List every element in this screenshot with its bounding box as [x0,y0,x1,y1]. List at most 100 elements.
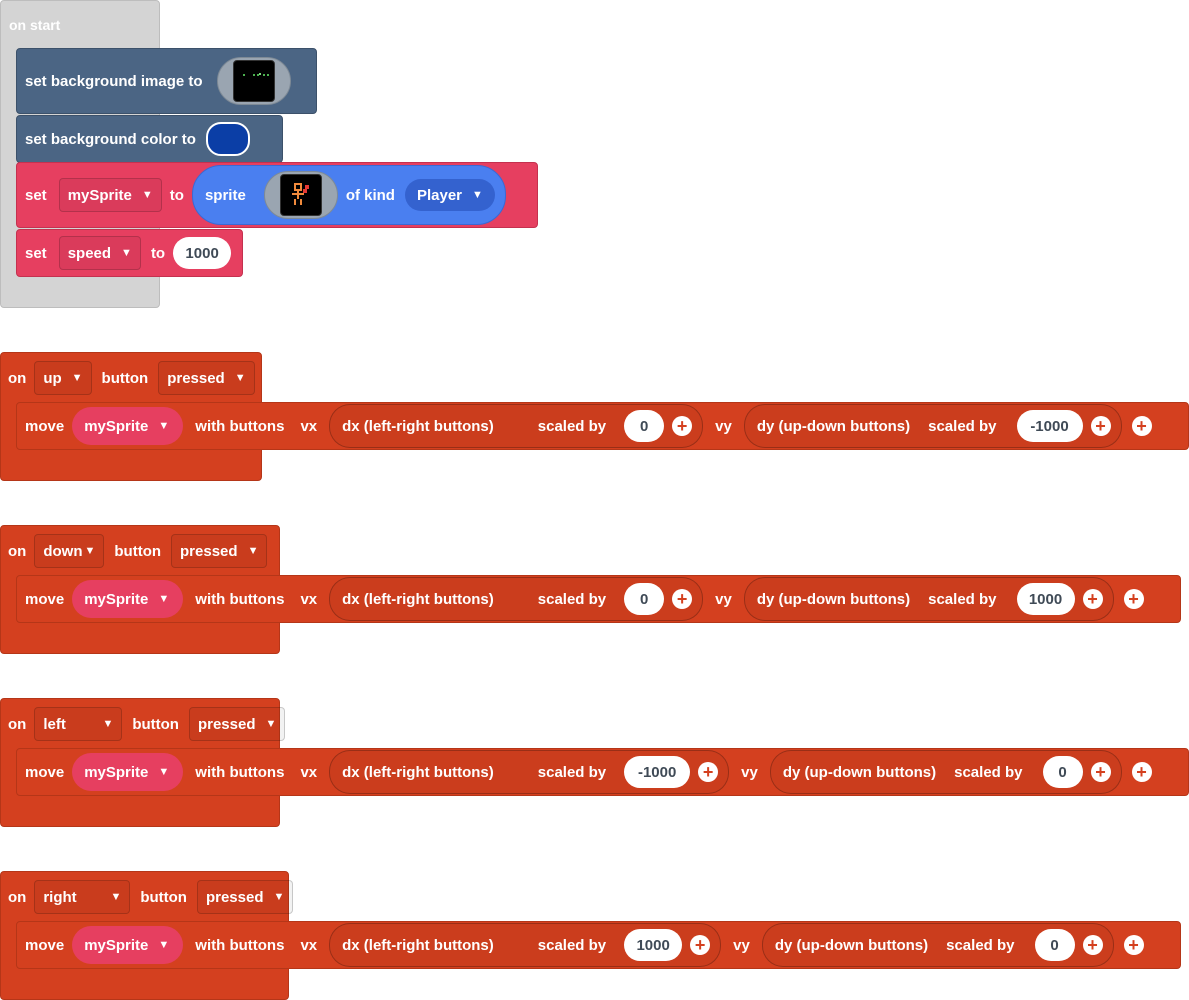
with-buttons-keyword: with buttons [195,417,285,435]
event-value: pressed [197,715,256,733]
vx-scale-input[interactable]: 0 [624,583,665,615]
dy-label: dy (up-down buttons) [756,590,911,608]
caret-down-icon: ▼ [234,372,246,384]
to-keyword: to [169,186,184,204]
set-background-color-block[interactable]: set background color to [16,115,283,163]
button-dropdown[interactable]: left ▼ [34,707,123,741]
dx-reporter[interactable]: dx (left-right buttons) scaled by 1000 + [329,923,722,967]
dy-reporter[interactable]: dy (up-down buttons) scaled by 1000 + [743,577,1114,621]
sprite-variable-dropdown[interactable]: mySprite ▼ [72,407,184,445]
player-sprite-icon [279,174,322,216]
dy-reporter[interactable]: dy (up-down buttons) scaled by 0 + [769,750,1122,794]
button-value: left [43,715,66,733]
event-header: on down ▼ button pressed ▼ [0,534,271,568]
dy-reporter[interactable]: dy (up-down buttons) scaled by -1000 + [743,404,1122,448]
on-keyword: on [8,369,27,387]
dx-label: dx (left-right buttons) [342,417,494,435]
move-sprite-block[interactable]: move mySprite ▼ with buttons vx dx (left… [16,402,1189,450]
vy-scale-input[interactable]: 0 [1034,929,1075,961]
button-dropdown[interactable]: down ▼ [34,534,105,568]
dx-reporter[interactable]: dx (left-right buttons) scaled by 0 + [329,404,704,448]
scaled-by-keyword: scaled by [537,417,607,435]
background-color-swatch[interactable] [205,122,250,156]
caret-down-icon: ▼ [102,718,114,730]
move-sprite-block[interactable]: move mySprite ▼ with buttons vx dx (left… [16,921,1181,969]
with-buttons-keyword: with buttons [195,590,285,608]
event-dropdown[interactable]: pressed ▼ [188,707,286,741]
caret-down-icon: ▼ [158,593,170,605]
dx-label: dx (left-right buttons) [342,936,494,954]
move-keyword: move [25,763,65,781]
add-parameter-icon[interactable]: + [1131,762,1152,782]
add-parameter-icon[interactable]: + [1123,935,1144,955]
set-keyword: set [25,186,47,204]
speed-value-input[interactable]: 1000 [173,237,232,269]
move-keyword: move [25,417,65,435]
vx-scale-input[interactable]: 1000 [624,929,683,961]
with-buttons-keyword: with buttons [195,763,285,781]
add-icon[interactable]: + [1090,416,1111,436]
vy-scale-input[interactable]: 1000 [1016,583,1075,615]
add-icon[interactable]: + [672,589,693,609]
kind-dropdown[interactable]: Player ▼ [404,179,495,211]
background-image-picker[interactable] [216,57,291,105]
add-icon[interactable]: + [1082,589,1103,609]
vy-keyword: vy [715,590,732,608]
add-parameter-icon[interactable]: + [1123,589,1144,609]
vy-scale-input[interactable]: -1000 [1016,410,1083,442]
sprite-variable-name: mySprite [84,590,149,608]
to-keyword: to [150,244,166,262]
event-value: pressed [180,542,238,560]
vx-keyword: vx [300,417,318,435]
scaled-by-keyword: scaled by [946,936,1015,954]
vx-keyword: vx [300,763,318,781]
set-keyword: set [25,244,47,262]
vx-scale-input[interactable]: 0 [624,410,665,442]
caret-down-icon: ▼ [84,545,96,557]
vy-scale-input[interactable]: 0 [1042,756,1083,788]
add-parameter-icon[interactable]: + [1131,416,1152,436]
add-icon[interactable]: + [1090,762,1111,782]
button-keyword: button [140,888,187,906]
vx-keyword: vx [300,936,318,954]
add-icon[interactable]: + [698,762,719,782]
button-dropdown[interactable]: right ▼ [34,880,131,914]
add-icon[interactable]: + [672,416,693,436]
sprite-create-block[interactable]: sprite of kind Player ▼ [191,165,506,225]
caret-down-icon: ▼ [273,891,285,903]
sprite-variable-dropdown[interactable]: mySprite ▼ [72,926,184,964]
caret-down-icon: ▼ [472,189,483,201]
button-value: up [43,369,62,387]
move-sprite-block[interactable]: move mySprite ▼ with buttons vx dx (left… [16,575,1181,623]
set-background-image-block[interactable]: set background image to [16,48,317,114]
button-dropdown[interactable]: up ▼ [34,361,92,395]
button-keyword: button [132,715,179,733]
event-header: on left ▼ button pressed ▼ [0,707,289,741]
button-value: right [43,888,77,906]
vy-keyword: vy [733,936,750,954]
dy-reporter[interactable]: dy (up-down buttons) scaled by 0 + [761,923,1114,967]
dx-reporter[interactable]: dx (left-right buttons) scaled by 0 + [329,577,704,621]
with-buttons-keyword: with buttons [195,936,285,954]
sprite-image-picker[interactable] [263,171,338,219]
caret-down-icon: ▼ [247,545,259,557]
set-mysprite-block[interactable]: set mySprite ▼ to sprite of kind Player … [16,162,538,228]
sprite-variable-dropdown[interactable]: mySprite ▼ [72,580,184,618]
set-speed-block[interactable]: set speed ▼ to 1000 [16,229,243,277]
sprite-variable-dropdown[interactable]: mySprite ▼ [72,753,184,791]
event-header: on up ▼ button pressed ▼ [0,361,259,395]
variable-dropdown-mysprite[interactable]: mySprite ▼ [58,178,162,212]
move-sprite-block[interactable]: move mySprite ▼ with buttons vx dx (left… [16,748,1189,796]
variable-dropdown-speed[interactable]: speed ▼ [58,236,141,270]
scaled-by-keyword: scaled by [928,590,997,608]
add-icon[interactable]: + [690,935,711,955]
vx-scale-input[interactable]: -1000 [624,756,691,788]
event-dropdown[interactable]: pressed ▼ [171,534,268,568]
event-dropdown[interactable]: pressed ▼ [158,361,255,395]
event-dropdown[interactable]: pressed ▼ [196,880,294,914]
on-start-label: on start [9,17,61,33]
dx-reporter[interactable]: dx (left-right buttons) scaled by -1000 … [329,750,730,794]
scaled-by-keyword: scaled by [537,936,607,954]
button-keyword: button [101,369,149,387]
add-icon[interactable]: + [1082,935,1103,955]
